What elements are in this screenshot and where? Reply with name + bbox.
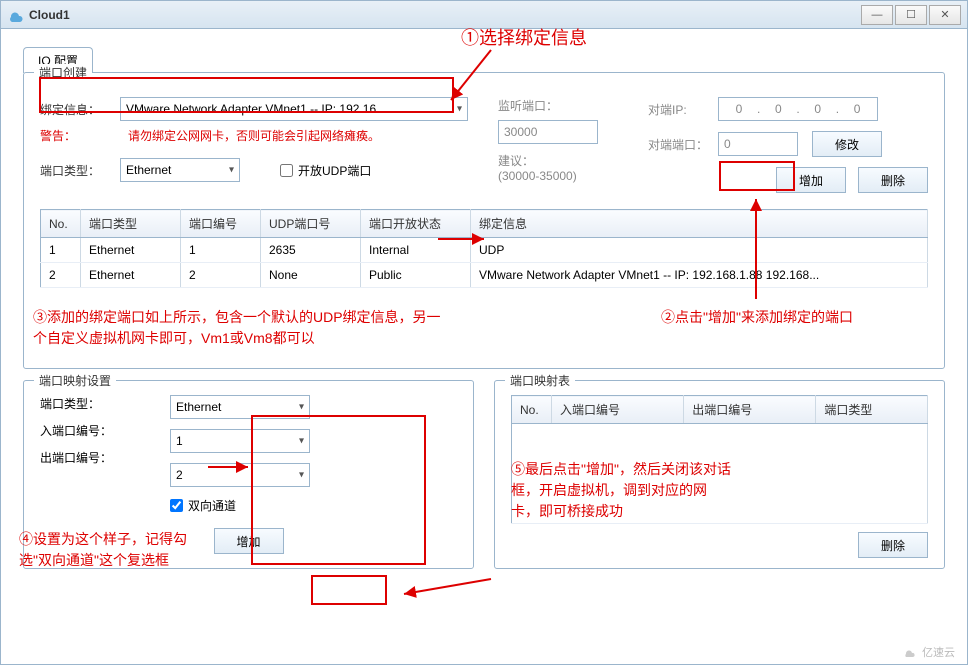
- suggest-range: (30000-35000): [498, 169, 618, 183]
- suggest-label: 建议：: [498, 152, 618, 169]
- th-port-type: 端口类型: [81, 210, 181, 238]
- footer-logo: 亿速云: [902, 644, 955, 660]
- map-delete-button[interactable]: 删除: [858, 532, 928, 558]
- maximize-button[interactable]: ☐: [895, 5, 927, 25]
- listen-port-input[interactable]: [498, 120, 598, 144]
- out-port-select[interactable]: 2: [170, 463, 310, 487]
- map-table: No. 入端口编号 出端口编号 端口类型: [511, 395, 928, 524]
- bidir-checkbox-wrap[interactable]: 双向通道: [170, 497, 236, 514]
- mt-no: No.: [512, 396, 552, 424]
- window-content: IO 配置 端口创建 绑定信息： VMware Network Adapter …: [1, 29, 967, 577]
- add-port-button[interactable]: 增加: [776, 167, 846, 193]
- out-port-label: 出端口编号：: [40, 449, 112, 466]
- peer-ip-input[interactable]: 0.0.0.0: [718, 97, 878, 121]
- port-map-table-group: 端口映射表 No. 入端口编号 出端口编号 端口类型 删除: [494, 380, 945, 569]
- map-table-legend: 端口映射表: [505, 372, 575, 389]
- window-buttons: — ☐ ✕: [861, 5, 961, 25]
- mt-out: 出端口编号: [684, 396, 816, 424]
- map-add-button[interactable]: 增加: [214, 528, 284, 554]
- open-udp-checkbox-wrap[interactable]: 开放UDP端口: [280, 162, 371, 179]
- bind-info-label: 绑定信息：: [40, 101, 120, 118]
- peer-port-input[interactable]: [718, 132, 798, 156]
- bidir-checkbox[interactable]: [170, 499, 183, 512]
- port-type-select[interactable]: Ethernet: [120, 158, 240, 182]
- mt-type: 端口类型: [816, 396, 928, 424]
- th-bind: 绑定信息: [471, 210, 928, 238]
- in-port-label: 入端口编号：: [40, 422, 112, 439]
- port-table: No. 端口类型 端口编号 UDP端口号 端口开放状态 绑定信息 1 Ether…: [40, 209, 928, 288]
- table-row[interactable]: 2 Ethernet 2 None Public VMware Network …: [41, 263, 928, 288]
- table-row[interactable]: 1 Ethernet 1 2635 Internal UDP: [41, 238, 928, 263]
- th-no: No.: [41, 210, 81, 238]
- th-udp: UDP端口号: [261, 210, 361, 238]
- bidir-label: 双向通道: [188, 497, 236, 514]
- port-create-group: 端口创建 绑定信息： VMware Network Adapter VMnet1…: [23, 72, 945, 369]
- tabs: IO 配置: [23, 47, 945, 73]
- delete-port-button[interactable]: 删除: [858, 167, 928, 193]
- map-settings-legend: 端口映射设置: [34, 372, 116, 389]
- in-port-select[interactable]: 1: [170, 429, 310, 453]
- app-window: Cloud1 — ☐ ✕ IO 配置 端口创建 绑定信息： VMware N: [0, 0, 968, 665]
- th-port-no: 端口编号: [181, 210, 261, 238]
- app-icon: [7, 7, 23, 23]
- open-udp-label: 开放UDP端口: [298, 162, 371, 179]
- highlight-map-add: [311, 575, 387, 605]
- window-title: Cloud1: [29, 8, 861, 22]
- peer-port-label: 对端端口：: [648, 136, 718, 153]
- footer-text: 亿速云: [922, 644, 955, 660]
- minimize-button[interactable]: —: [861, 5, 893, 25]
- bind-info-select[interactable]: VMware Network Adapter VMnet1 -- IP: 192…: [120, 97, 468, 121]
- port-type-label: 端口类型：: [40, 162, 120, 179]
- warning-label: 警告：: [40, 127, 120, 144]
- close-button[interactable]: ✕: [929, 5, 961, 25]
- listen-port-label: 监听端口：: [498, 97, 618, 114]
- mt-in: 入端口编号: [552, 396, 684, 424]
- map-port-type-label: 端口类型：: [40, 395, 100, 412]
- titlebar: Cloud1 — ☐ ✕: [1, 1, 967, 29]
- open-udp-checkbox[interactable]: [280, 164, 293, 177]
- warning-text: 请勿绑定公网网卡，否则可能会引起网络瘫痪。: [128, 127, 380, 144]
- port-create-legend: 端口创建: [34, 64, 92, 81]
- th-state: 端口开放状态: [361, 210, 471, 238]
- port-table-header: No. 端口类型 端口编号 UDP端口号 端口开放状态 绑定信息: [41, 210, 928, 238]
- map-port-type-select[interactable]: Ethernet: [170, 395, 310, 419]
- arrow-5-icon: [396, 574, 496, 604]
- modify-button[interactable]: 修改: [812, 131, 882, 157]
- peer-ip-label: 对端IP:: [648, 101, 718, 118]
- port-map-settings-group: 端口映射设置 端口类型： 入端口编号： 出端口编号： Ethernet 1 2 …: [23, 380, 474, 569]
